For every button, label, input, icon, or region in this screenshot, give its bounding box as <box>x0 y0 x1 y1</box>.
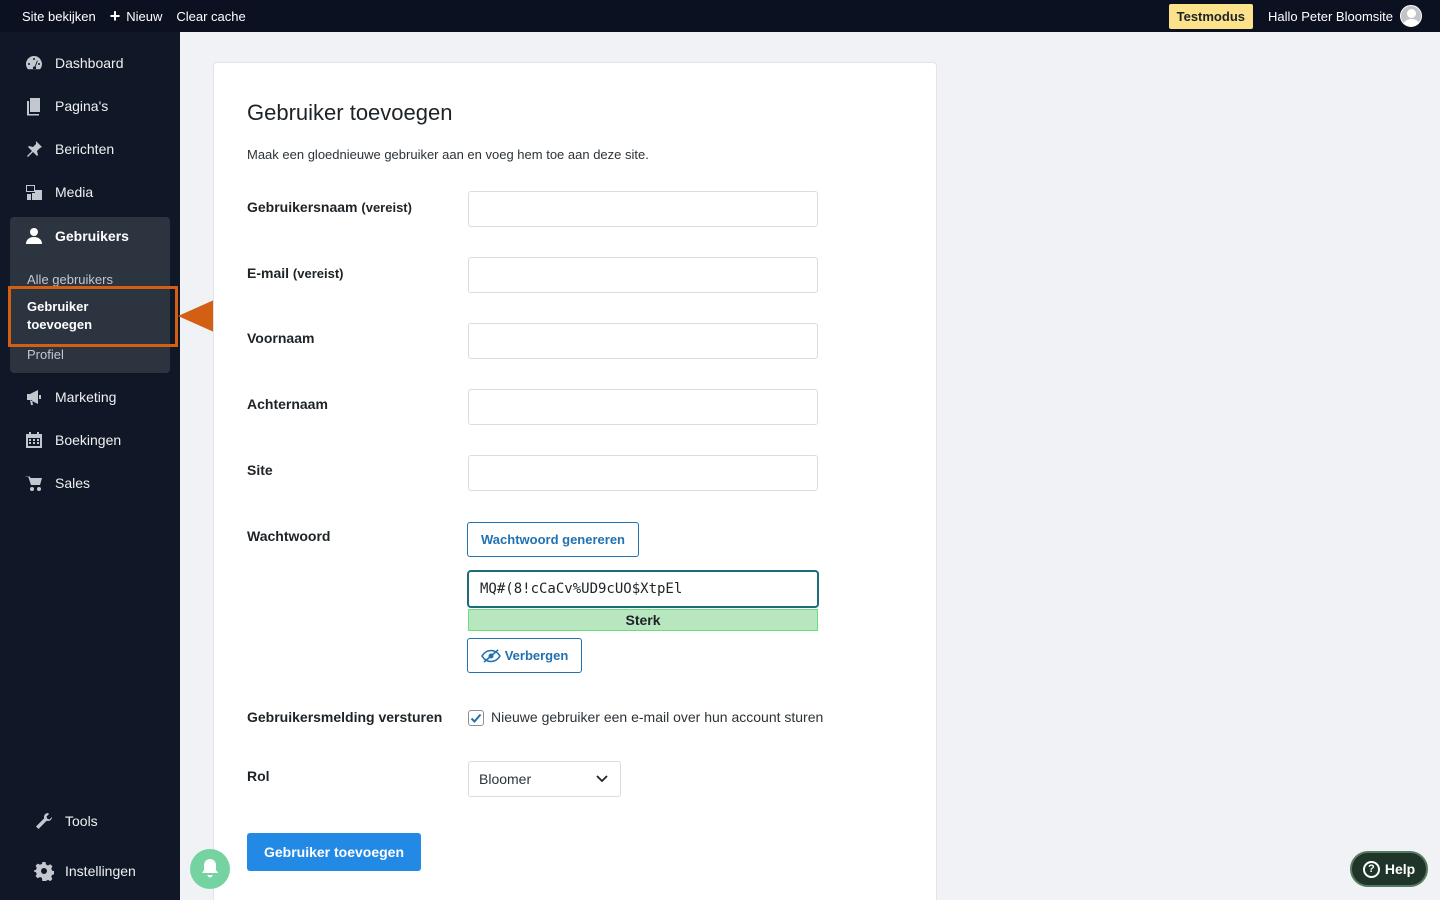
hide-password-label: Verbergen <box>504 648 569 663</box>
sidebar-item-marketing[interactable]: Marketing <box>0 376 180 418</box>
account-greeting[interactable]: Hallo Peter Bloomsite <box>1268 9 1393 24</box>
submenu-add-user-highlighted[interactable]: Gebruiker toevoegen <box>8 286 178 347</box>
sidebar-item-label: Tools <box>65 813 98 829</box>
email-label-text: E-mail <box>247 265 290 281</box>
user-icon <box>26 228 42 244</box>
sidebar-item-tools[interactable]: Tools <box>0 800 180 842</box>
cart-icon <box>24 473 44 493</box>
sidebar-item-posts[interactable]: Berichten <box>0 128 180 170</box>
plus-icon: + <box>109 6 121 26</box>
sidebar-item-label: Berichten <box>55 141 115 157</box>
admin-bar-left: Site bekijken + Nieuw Clear cache <box>0 0 253 32</box>
admin-sidebar: Dashboard Pagina's Berichten Media Gebru… <box>0 32 180 900</box>
hide-password-button[interactable]: Verbergen <box>467 638 582 673</box>
page-title: Gebruiker toevoegen <box>247 100 453 125</box>
add-user-submit-button[interactable]: Gebruiker toevoegen <box>247 833 421 871</box>
email-label: E-mail (vereist) <box>247 265 343 281</box>
username-label-text: Gebruikersnaam <box>247 199 358 215</box>
password-strength-indicator: Sterk <box>468 609 818 631</box>
lastname-input[interactable] <box>468 389 818 425</box>
help-label: Help <box>1384 861 1416 877</box>
page-intro: Maak een gloednieuwe gebruiker aan en vo… <box>247 147 649 162</box>
media-icon <box>24 182 44 202</box>
clear-cache-link[interactable]: Clear cache <box>169 0 252 32</box>
calendar-icon <box>24 430 44 450</box>
sidebar-item-label: Media <box>55 184 94 200</box>
required-marker: (vereist) <box>292 266 344 281</box>
submenu-add-user-line2: toevoegen <box>27 317 93 332</box>
submenu-add-user-line1: Gebruiker <box>27 299 89 314</box>
test-mode-badge[interactable]: Testmodus <box>1168 3 1253 29</box>
required-marker: (vereist) <box>361 200 412 215</box>
username-label: Gebruikersnaam (vereist) <box>247 199 412 215</box>
sidebar-item-label: Gebruikers <box>55 228 129 244</box>
sidebar-item-bookings[interactable]: Boekingen <box>0 419 180 461</box>
avatar[interactable] <box>1400 5 1422 27</box>
password-input[interactable]: MQ#(8!cCaCv%UD9cUO$XtpEl <box>467 570 819 608</box>
checkmark-icon <box>470 713 482 723</box>
username-input[interactable] <box>468 191 818 227</box>
sidebar-item-users[interactable]: Gebruikers <box>10 217 170 255</box>
site-label: Site <box>247 462 273 478</box>
sidebar-item-label: Dashboard <box>55 55 124 71</box>
firstname-label: Voornaam <box>247 330 315 346</box>
sidebar-item-media[interactable]: Media <box>0 171 180 213</box>
notify-label: Gebruikersmelding versturen <box>247 709 443 725</box>
megaphone-icon <box>24 387 44 407</box>
pin-icon <box>24 139 44 159</box>
notification-bell-button[interactable] <box>190 849 230 889</box>
pages-icon <box>24 96 44 116</box>
sidebar-item-label: Pagina's <box>55 98 109 114</box>
eye-slash-icon <box>480 648 501 663</box>
admin-bar: Site bekijken + Nieuw Clear cache Testmo… <box>0 0 1440 32</box>
sidebar-item-label: Instellingen <box>65 863 136 879</box>
role-label: Rol <box>247 768 270 784</box>
wrench-icon <box>34 811 54 831</box>
question-mark-icon: ? <box>1362 860 1380 878</box>
email-input[interactable] <box>468 257 818 293</box>
sidebar-item-label: Boekingen <box>55 432 122 448</box>
new-menu-label: Nieuw <box>126 8 163 24</box>
sidebar-item-pages[interactable]: Pagina's <box>0 85 180 127</box>
notify-checkbox-label[interactable]: Nieuwe gebruiker een e-mail over hun acc… <box>491 709 823 725</box>
site-input[interactable] <box>468 455 818 491</box>
role-select[interactable]: Bloomer <box>468 761 621 797</box>
dashboard-icon <box>24 53 44 73</box>
password-label: Wachtwoord <box>247 528 331 544</box>
site-view-link[interactable]: Site bekijken <box>15 0 103 32</box>
firstname-input[interactable] <box>468 323 818 359</box>
submenu-all-users[interactable]: Alle gebruikers <box>27 272 113 287</box>
sidebar-item-label: Marketing <box>55 389 117 405</box>
generate-password-button[interactable]: Wachtwoord genereren <box>467 522 639 557</box>
admin-bar-right: Testmodus Hallo Peter Bloomsite <box>1168 3 1440 29</box>
submenu-profile[interactable]: Profiel <box>27 347 64 362</box>
chevron-down-icon <box>596 775 608 783</box>
notify-checkbox[interactable] <box>468 710 484 726</box>
sidebar-item-settings[interactable]: Instellingen <box>0 850 180 892</box>
new-menu[interactable]: + Nieuw <box>103 0 170 32</box>
lastname-label: Achternaam <box>247 396 328 412</box>
sidebar-item-sales[interactable]: Sales <box>0 462 180 504</box>
gear-icon <box>34 861 54 881</box>
role-select-value: Bloomer <box>479 771 532 787</box>
bell-icon <box>202 859 218 878</box>
help-button[interactable]: ? Help <box>1350 851 1428 887</box>
sidebar-item-label: Sales <box>55 475 91 491</box>
add-user-form-card: Gebruiker toevoegen Maak een gloednieuwe… <box>213 62 937 900</box>
sidebar-item-dashboard[interactable]: Dashboard <box>0 42 180 84</box>
